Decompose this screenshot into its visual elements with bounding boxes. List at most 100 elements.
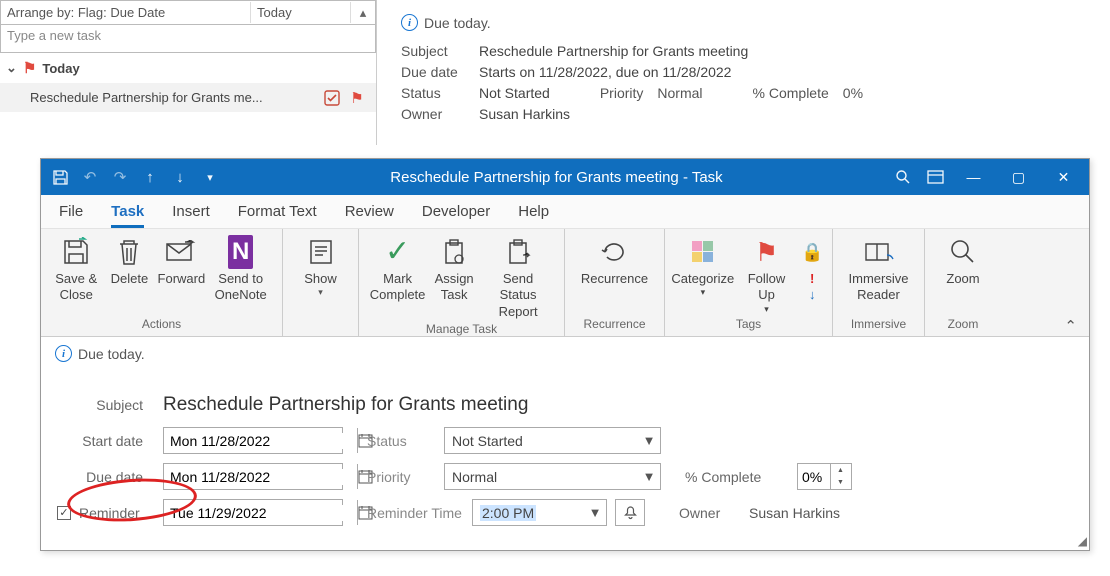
show-button[interactable]: Show▾ (295, 235, 347, 299)
spin-up[interactable]: ▲ (831, 464, 850, 477)
task-form: i Due today. Subject Reschedule Partners… (41, 337, 1089, 550)
private-lock-button[interactable]: 🔒!↓ (797, 235, 827, 304)
subject-label: Subject (401, 43, 479, 59)
delete-button[interactable]: Delete (103, 235, 155, 287)
reminder-label: Reminder (79, 505, 140, 521)
categorize-button[interactable]: Categorize▾ (670, 235, 736, 299)
status-dropdown[interactable]: Not Started▼ (444, 427, 661, 454)
owner-label: Owner (679, 505, 749, 521)
form-due-banner: i Due today. (55, 345, 1075, 362)
resize-handle-icon[interactable]: ◢ (1078, 534, 1087, 548)
task-row[interactable]: Reschedule Partnership for Grants me... … (0, 83, 376, 112)
status-label: Status (367, 433, 444, 449)
close-button[interactable]: ✕ (1046, 164, 1081, 190)
priority-label: Priority (367, 469, 444, 485)
immersive-reader-button[interactable]: Immersive Reader (841, 235, 916, 304)
menu-file[interactable]: File (59, 203, 83, 228)
ribbon-mode-icon[interactable] (924, 166, 946, 188)
chevron-down-icon: ▼ (638, 433, 660, 448)
titlebar[interactable]: ↶ ↷ ↑ ↓ ▾ Reschedule Partnership for Gra… (41, 159, 1089, 195)
priority-label: Priority (600, 85, 644, 101)
subject-label: Subject (55, 397, 163, 413)
due-date-input[interactable] (163, 463, 343, 490)
status-value: Not Started (479, 85, 550, 101)
menu-task[interactable]: Task (111, 203, 144, 228)
group-actions: Actions (142, 315, 181, 336)
form-due-text: Due today. (78, 346, 145, 362)
duedate-value: Starts on 11/28/2022, due on 11/28/2022 (479, 64, 731, 80)
owner-value: Susan Harkins (479, 106, 570, 122)
checkbox-icon: ✓ (57, 506, 71, 520)
maximize-button[interactable]: ▢ (1001, 164, 1036, 190)
pct-complete-label: % Complete (685, 469, 797, 485)
pct-value: 0% (843, 85, 863, 101)
due-banner-text: Due today. (424, 15, 491, 31)
info-icon: i (55, 345, 72, 362)
minimize-button[interactable]: — (956, 164, 991, 190)
task-complete-icon[interactable] (324, 90, 346, 106)
status-label: Status (401, 85, 479, 101)
ribbon: Save & Close Delete Forward NSend to One… (41, 229, 1089, 337)
forward-button[interactable]: Forward (155, 235, 207, 287)
start-date-label: Start date (55, 433, 163, 449)
today-group-header[interactable]: ⌄ ⚑ Today (0, 53, 376, 83)
reminder-sound-button[interactable] (615, 499, 645, 526)
chevron-down-icon: ▼ (638, 469, 660, 484)
arrange-by-button[interactable]: Arrange by: Flag: Due Date (1, 2, 251, 23)
priority-dropdown[interactable]: Normal▼ (444, 463, 661, 490)
preview-pane: i Due today. SubjectReschedule Partnersh… (377, 0, 1110, 145)
group-immersive: Immersive (851, 315, 906, 336)
task-flag-icon[interactable]: ⚑ (346, 89, 368, 107)
save-icon[interactable] (49, 166, 71, 188)
collapse-icon[interactable]: ▴ (351, 5, 375, 21)
menu-developer[interactable]: Developer (422, 203, 490, 228)
send-status-button[interactable]: Send Status Report (480, 235, 556, 320)
reminder-time-label: Reminder Time (367, 505, 472, 521)
start-date-input[interactable] (163, 427, 343, 454)
owner-value: Susan Harkins (749, 505, 840, 521)
redo-icon[interactable]: ↷ (109, 166, 131, 188)
menu-help[interactable]: Help (518, 203, 549, 228)
menu-insert[interactable]: Insert (172, 203, 210, 228)
reminder-time-dropdown[interactable]: 2:00 PM▼ (472, 499, 607, 526)
spin-down[interactable]: ▼ (831, 477, 850, 490)
search-icon[interactable] (892, 166, 914, 188)
menu-review[interactable]: Review (345, 203, 394, 228)
onenote-button[interactable]: NSend to OneNote (207, 235, 274, 304)
menubar: File Task Insert Format Text Review Deve… (41, 195, 1089, 229)
zoom-button[interactable]: Zoom (937, 235, 989, 287)
mark-complete-button[interactable]: ✓Mark Complete (367, 235, 428, 304)
chevron-down-icon: ⌄ (6, 60, 17, 76)
undo-icon[interactable]: ↶ (79, 166, 101, 188)
arrange-filter[interactable]: Today (251, 2, 351, 23)
pct-complete-input[interactable]: ▲▼ (797, 463, 852, 490)
task-title: Reschedule Partnership for Grants me... (30, 90, 324, 105)
today-label: Today (42, 61, 79, 76)
qat-more-icon[interactable]: ▾ (199, 166, 221, 188)
reminder-date-input[interactable] (163, 499, 343, 526)
group-zoom: Zoom (948, 315, 979, 336)
duedate-label: Due date (401, 64, 479, 80)
flag-icon: ⚑ (23, 59, 36, 77)
menu-format-text[interactable]: Format Text (238, 203, 317, 228)
reminder-checkbox[interactable]: ✓ Reminder (55, 505, 163, 521)
assign-task-button[interactable]: Assign Task (428, 235, 480, 304)
subject-value: Reschedule Partnership for Grants meetin… (479, 43, 748, 59)
follow-up-button[interactable]: ⚑Follow Up▾ (736, 235, 797, 315)
collapse-ribbon-icon[interactable]: ⌃ (1064, 317, 1077, 335)
task-window: ↶ ↷ ↑ ↓ ▾ Reschedule Partnership for Gra… (40, 158, 1090, 551)
window-title: Reschedule Partnership for Grants meetin… (229, 169, 884, 186)
new-task-input[interactable]: Type a new task (0, 25, 376, 53)
due-date-label: Due date (55, 469, 163, 485)
group-recurrence: Recurrence (583, 315, 645, 336)
next-icon[interactable]: ↓ (169, 166, 191, 188)
info-icon: i (401, 14, 418, 31)
recurrence-button[interactable]: Recurrence (576, 235, 653, 287)
prev-icon[interactable]: ↑ (139, 166, 161, 188)
save-close-button[interactable]: Save & Close (49, 235, 103, 304)
group-tags: Tags (736, 315, 761, 336)
due-banner: i Due today. (401, 14, 1086, 31)
subject-field[interactable]: Reschedule Partnership for Grants meetin… (163, 392, 528, 418)
priority-value: Normal (657, 85, 702, 101)
owner-label: Owner (401, 106, 479, 122)
